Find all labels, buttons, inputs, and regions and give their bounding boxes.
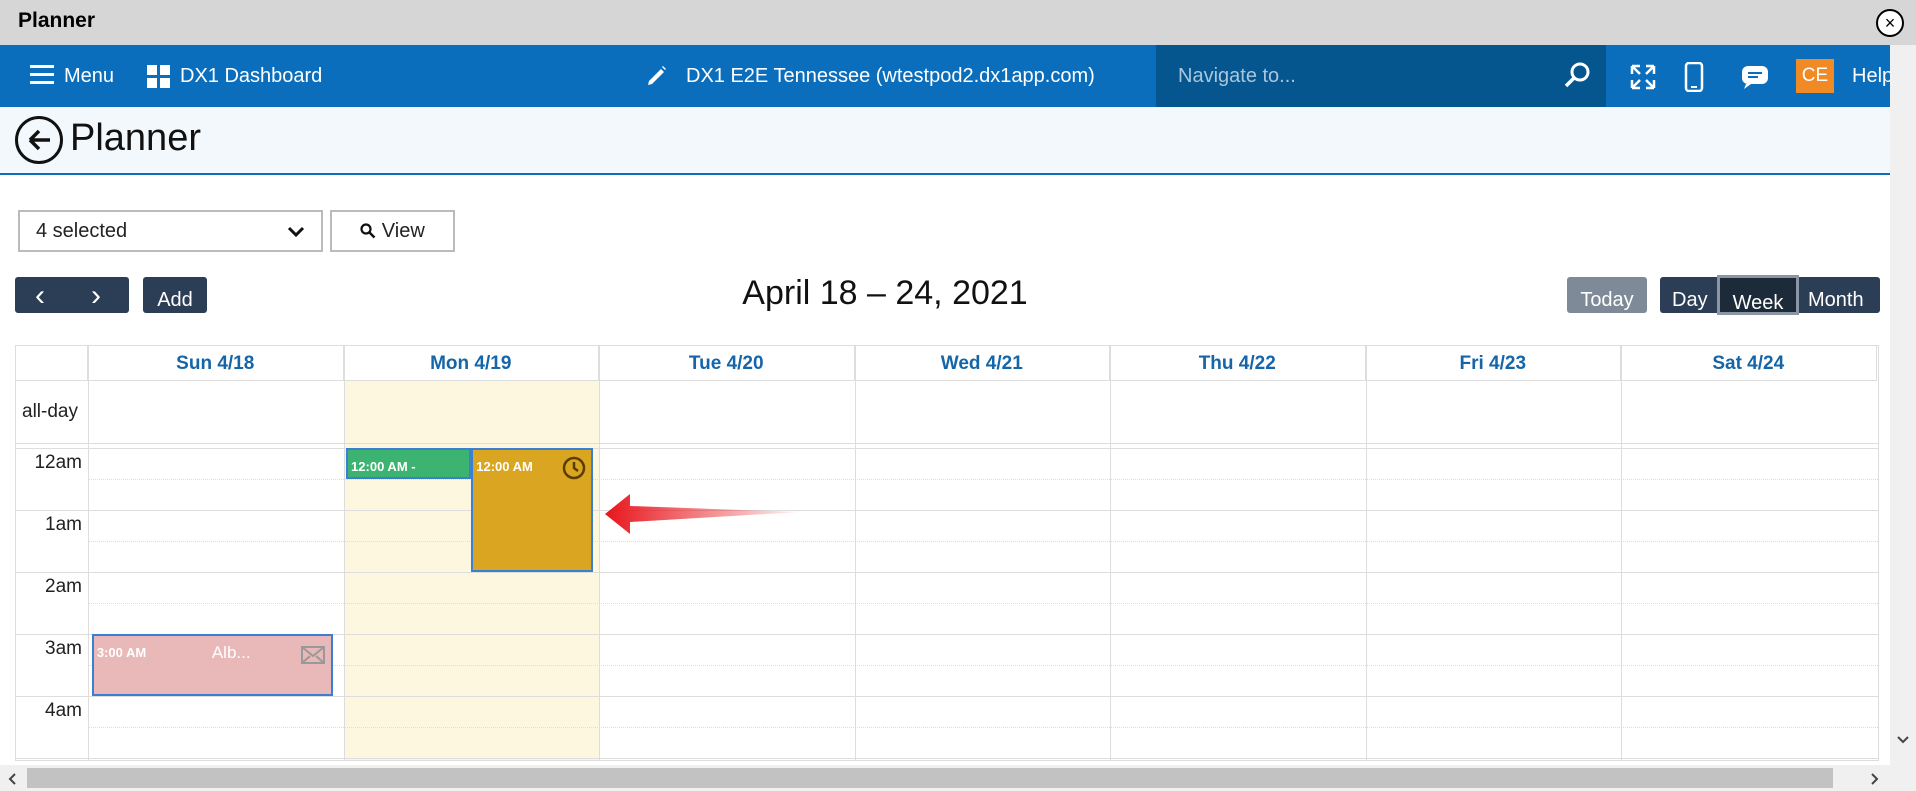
- column-divider: [88, 346, 89, 760]
- magnifier-icon: [360, 223, 376, 239]
- scroll-thumb[interactable]: [27, 768, 1833, 788]
- half-hour-line: [88, 603, 1878, 604]
- event-time: 12:00 AM -: [351, 459, 416, 474]
- hour-label-1am: 1am: [45, 514, 82, 535]
- filter-value: 4 selected: [36, 220, 128, 242]
- allday-divider: [16, 443, 1878, 444]
- mobile-icon[interactable]: [1683, 62, 1705, 92]
- half-hour-line: [88, 479, 1878, 480]
- day-header-5[interactable]: Fri 4/23: [1365, 346, 1621, 381]
- page-header: Planner: [0, 107, 1890, 175]
- day-view-button[interactable]: Day: [1672, 277, 1708, 323]
- vertical-scrollbar[interactable]: [1890, 45, 1916, 765]
- event-title: Alb...: [211, 643, 251, 662]
- hour-label-4am: 4am: [45, 700, 82, 721]
- day-header-6[interactable]: Sat 4/24: [1621, 346, 1877, 381]
- week-calendar: Sun 4/18 Mon 4/19 Tue 4/20 Wed 4/21 Thu 4/22…: [15, 345, 1879, 761]
- scroll-down-icon[interactable]: [1896, 735, 1910, 745]
- horizontal-scrollbar[interactable]: [0, 765, 1916, 791]
- week-view-button[interactable]: Week: [1717, 275, 1799, 315]
- calendar-event[interactable]: 3:00 AM Alb...: [91, 634, 334, 696]
- half-hour-line: [88, 665, 1878, 666]
- day-header-0[interactable]: Sun 4/18: [88, 346, 344, 381]
- resource-filter-select[interactable]: 4 selected: [18, 210, 323, 252]
- dashboard-icon: [147, 65, 170, 88]
- day-header-4[interactable]: Thu 4/22: [1110, 346, 1366, 381]
- close-icon[interactable]: ×: [1876, 9, 1904, 37]
- hour-line: [16, 572, 1878, 573]
- site-label[interactable]: DX1 E2E Tennessee (wtestpod2.dx1app.com): [686, 45, 1095, 107]
- window-title: Planner: [18, 9, 96, 32]
- view-label: View: [381, 220, 425, 242]
- scroll-left-icon[interactable]: [7, 772, 17, 786]
- column-divider: [1365, 346, 1367, 760]
- hour-label-12am: 12am: [34, 452, 82, 473]
- hour-label-3am: 3am: [45, 638, 82, 659]
- hamburger-icon[interactable]: [30, 65, 54, 85]
- menu-button[interactable]: Menu: [64, 45, 114, 107]
- nav-buttons: ‹ ›: [15, 277, 129, 313]
- dashboard-link[interactable]: DX1 Dashboard: [180, 45, 322, 107]
- date-range-title: April 18 – 24, 2021: [742, 274, 1028, 312]
- user-avatar[interactable]: CE: [1796, 59, 1834, 93]
- back-icon[interactable]: [15, 116, 63, 164]
- envelope-icon: [301, 646, 326, 664]
- hour-label-2am: 2am: [45, 576, 82, 597]
- event-time: 12:00 AM: [476, 459, 533, 474]
- chevron-down-icon: [287, 212, 305, 251]
- window-titlebar: Planner ×: [0, 0, 1916, 45]
- scroll-right-icon[interactable]: [1870, 772, 1880, 786]
- month-view-button[interactable]: Month: [1808, 277, 1864, 323]
- today-button[interactable]: Today: [1567, 277, 1647, 313]
- day-header-3[interactable]: Wed 4/21: [854, 346, 1110, 381]
- pencil-icon[interactable]: [645, 64, 669, 88]
- add-button[interactable]: Add: [143, 277, 207, 313]
- hour-line: [16, 758, 1878, 759]
- annotation-arrow: [605, 494, 800, 534]
- help-link[interactable]: Help: [1852, 45, 1893, 107]
- view-switcher: Day Week Month: [1660, 275, 1880, 315]
- top-nav: Menu DX1 Dashboard DX1 E2E Tennessee (wt…: [0, 45, 1916, 107]
- search-icon[interactable]: [1564, 61, 1592, 89]
- header-gutter: [16, 346, 88, 381]
- navigate-search: [1156, 45, 1606, 107]
- chat-icon[interactable]: [1740, 64, 1770, 90]
- allday-divider: [16, 448, 1878, 449]
- half-hour-line: [88, 541, 1878, 542]
- fullscreen-icon[interactable]: [1628, 62, 1658, 92]
- allday-label: all-day: [22, 401, 78, 422]
- calendar-event[interactable]: 12:00 AM: [471, 448, 593, 572]
- next-button[interactable]: ›: [91, 281, 101, 311]
- column-divider: [1110, 346, 1111, 760]
- navigate-input[interactable]: [1178, 59, 1558, 93]
- half-hour-line: [88, 727, 1878, 728]
- column-divider: [854, 346, 856, 760]
- event-time: 3:00 AM: [96, 645, 147, 660]
- hour-line: [16, 696, 1878, 697]
- column-divider: [599, 346, 600, 760]
- calendar-event[interactable]: 12:00 AM -: [346, 448, 472, 479]
- view-button[interactable]: View: [330, 210, 455, 252]
- day-header-1[interactable]: Mon 4/19: [343, 346, 599, 381]
- hour-line: [16, 510, 1878, 511]
- column-divider: [343, 346, 345, 760]
- clock-icon: [562, 456, 585, 480]
- day-header-2[interactable]: Tue 4/20: [599, 346, 855, 381]
- prev-button[interactable]: ‹: [35, 281, 45, 311]
- column-divider: [1621, 346, 1622, 760]
- page-title: Planner: [70, 117, 201, 159]
